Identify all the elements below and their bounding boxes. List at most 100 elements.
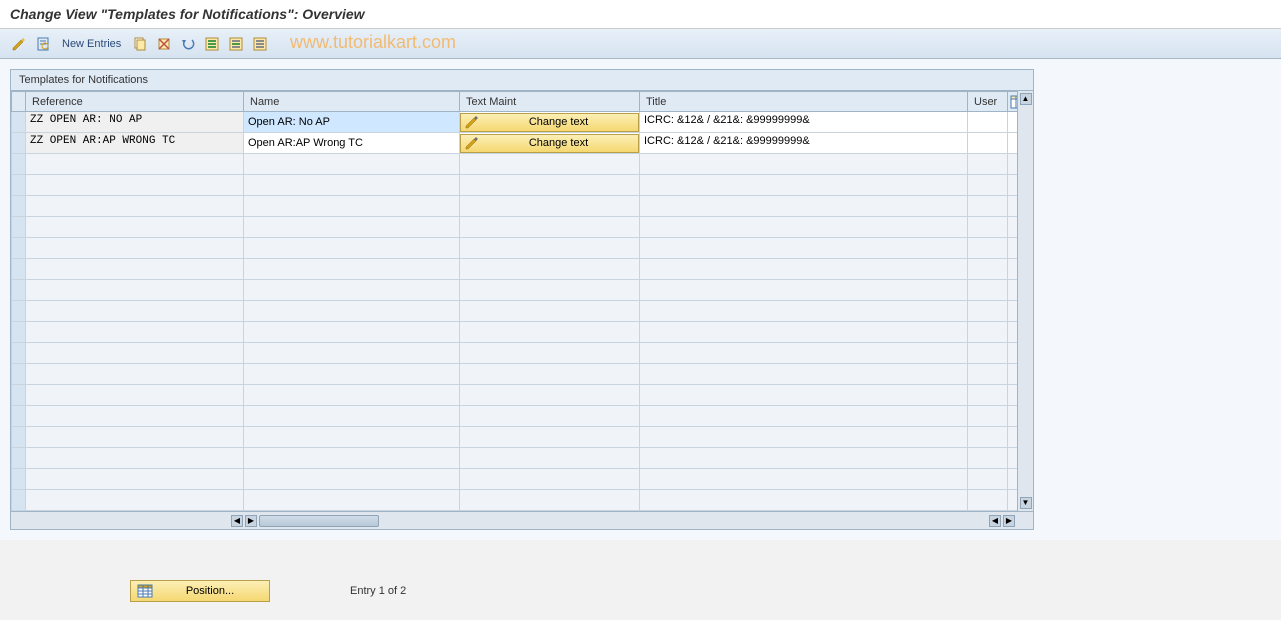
undo-change-icon[interactable]: [179, 35, 197, 53]
empty-cell[interactable]: [244, 448, 460, 469]
empty-cell[interactable]: [640, 217, 968, 238]
empty-cell[interactable]: [26, 259, 244, 280]
empty-cell[interactable]: [26, 427, 244, 448]
empty-cell[interactable]: [640, 259, 968, 280]
empty-cell[interactable]: [244, 385, 460, 406]
empty-cell[interactable]: [460, 427, 640, 448]
empty-cell[interactable]: [640, 490, 968, 511]
empty-cell[interactable]: [968, 322, 1008, 343]
empty-cell[interactable]: [244, 343, 460, 364]
row-select-cell[interactable]: [12, 238, 26, 259]
empty-cell[interactable]: [968, 301, 1008, 322]
copy-as-icon[interactable]: [131, 35, 149, 53]
empty-cell[interactable]: [460, 238, 640, 259]
configure-columns-button[interactable]: [1008, 92, 1018, 112]
empty-cell[interactable]: [1008, 364, 1018, 385]
row-select-cell[interactable]: [12, 364, 26, 385]
empty-cell[interactable]: [26, 217, 244, 238]
scroll-up-arrow-icon[interactable]: ▲: [1020, 93, 1032, 105]
empty-cell[interactable]: [460, 490, 640, 511]
empty-cell[interactable]: [968, 448, 1008, 469]
name-cell[interactable]: [244, 133, 460, 154]
empty-cell[interactable]: [640, 154, 968, 175]
name-input[interactable]: [244, 112, 459, 132]
toggle-display-change-icon[interactable]: [10, 35, 28, 53]
select-all-icon[interactable]: [203, 35, 221, 53]
empty-cell[interactable]: [1008, 322, 1018, 343]
reference-cell[interactable]: ZZ OPEN AR: NO AP: [26, 112, 244, 133]
delete-icon[interactable]: [155, 35, 173, 53]
row-select-header[interactable]: [12, 92, 26, 112]
row-select-cell[interactable]: [12, 175, 26, 196]
empty-cell[interactable]: [640, 322, 968, 343]
empty-cell[interactable]: [1008, 448, 1018, 469]
empty-cell[interactable]: [460, 154, 640, 175]
scroll-right-arrow-icon[interactable]: ▶: [245, 515, 257, 527]
scroll-thumb[interactable]: [259, 515, 379, 527]
empty-cell[interactable]: [244, 322, 460, 343]
empty-cell[interactable]: [460, 196, 640, 217]
empty-cell[interactable]: [460, 175, 640, 196]
row-select-cell[interactable]: [12, 406, 26, 427]
user-cell[interactable]: [968, 112, 1008, 133]
empty-cell[interactable]: [968, 217, 1008, 238]
empty-cell[interactable]: [1008, 343, 1018, 364]
empty-cell[interactable]: [460, 280, 640, 301]
empty-cell[interactable]: [244, 469, 460, 490]
row-select-cell[interactable]: [12, 280, 26, 301]
row-select-cell[interactable]: [12, 133, 26, 154]
empty-cell[interactable]: [26, 469, 244, 490]
empty-cell[interactable]: [460, 301, 640, 322]
empty-cell[interactable]: [26, 280, 244, 301]
reference-cell[interactable]: ZZ OPEN AR:AP WRONG TC: [26, 133, 244, 154]
name-input[interactable]: [244, 133, 459, 153]
empty-cell[interactable]: [1008, 196, 1018, 217]
empty-cell[interactable]: [640, 448, 968, 469]
empty-cell[interactable]: [460, 364, 640, 385]
row-select-cell[interactable]: [12, 385, 26, 406]
row-select-cell[interactable]: [12, 322, 26, 343]
row-select-cell[interactable]: [12, 301, 26, 322]
empty-cell[interactable]: [460, 406, 640, 427]
empty-cell[interactable]: [640, 301, 968, 322]
empty-cell[interactable]: [968, 364, 1008, 385]
empty-cell[interactable]: [460, 322, 640, 343]
name-cell[interactable]: [244, 112, 460, 133]
empty-cell[interactable]: [968, 196, 1008, 217]
scroll-left-arrow-icon[interactable]: ◀: [231, 515, 243, 527]
empty-cell[interactable]: [1008, 280, 1018, 301]
find-icon[interactable]: [34, 35, 52, 53]
row-select-cell[interactable]: [12, 259, 26, 280]
empty-cell[interactable]: [968, 427, 1008, 448]
empty-cell[interactable]: [460, 385, 640, 406]
empty-cell[interactable]: [968, 175, 1008, 196]
user-cell[interactable]: [968, 133, 1008, 154]
empty-cell[interactable]: [244, 196, 460, 217]
row-select-cell[interactable]: [12, 490, 26, 511]
empty-cell[interactable]: [460, 259, 640, 280]
row-select-cell[interactable]: [12, 469, 26, 490]
empty-cell[interactable]: [640, 406, 968, 427]
row-select-cell[interactable]: [12, 196, 26, 217]
empty-cell[interactable]: [640, 280, 968, 301]
empty-cell[interactable]: [244, 490, 460, 511]
empty-cell[interactable]: [1008, 259, 1018, 280]
empty-cell[interactable]: [26, 154, 244, 175]
col-reference[interactable]: Reference: [26, 92, 244, 112]
empty-cell[interactable]: [26, 406, 244, 427]
empty-cell[interactable]: [640, 385, 968, 406]
empty-cell[interactable]: [968, 154, 1008, 175]
row-select-cell[interactable]: [12, 217, 26, 238]
empty-cell[interactable]: [968, 385, 1008, 406]
row-select-cell[interactable]: [12, 343, 26, 364]
empty-cell[interactable]: [1008, 154, 1018, 175]
deselect-all-icon[interactable]: [251, 35, 269, 53]
empty-cell[interactable]: [1008, 238, 1018, 259]
row-select-cell[interactable]: [12, 427, 26, 448]
col-user[interactable]: User: [968, 92, 1008, 112]
empty-cell[interactable]: [244, 238, 460, 259]
empty-cell[interactable]: [640, 238, 968, 259]
select-block-icon[interactable]: [227, 35, 245, 53]
title-cell[interactable]: ICRC: &12& / &21&: &99999999&: [640, 133, 968, 154]
empty-cell[interactable]: [244, 259, 460, 280]
